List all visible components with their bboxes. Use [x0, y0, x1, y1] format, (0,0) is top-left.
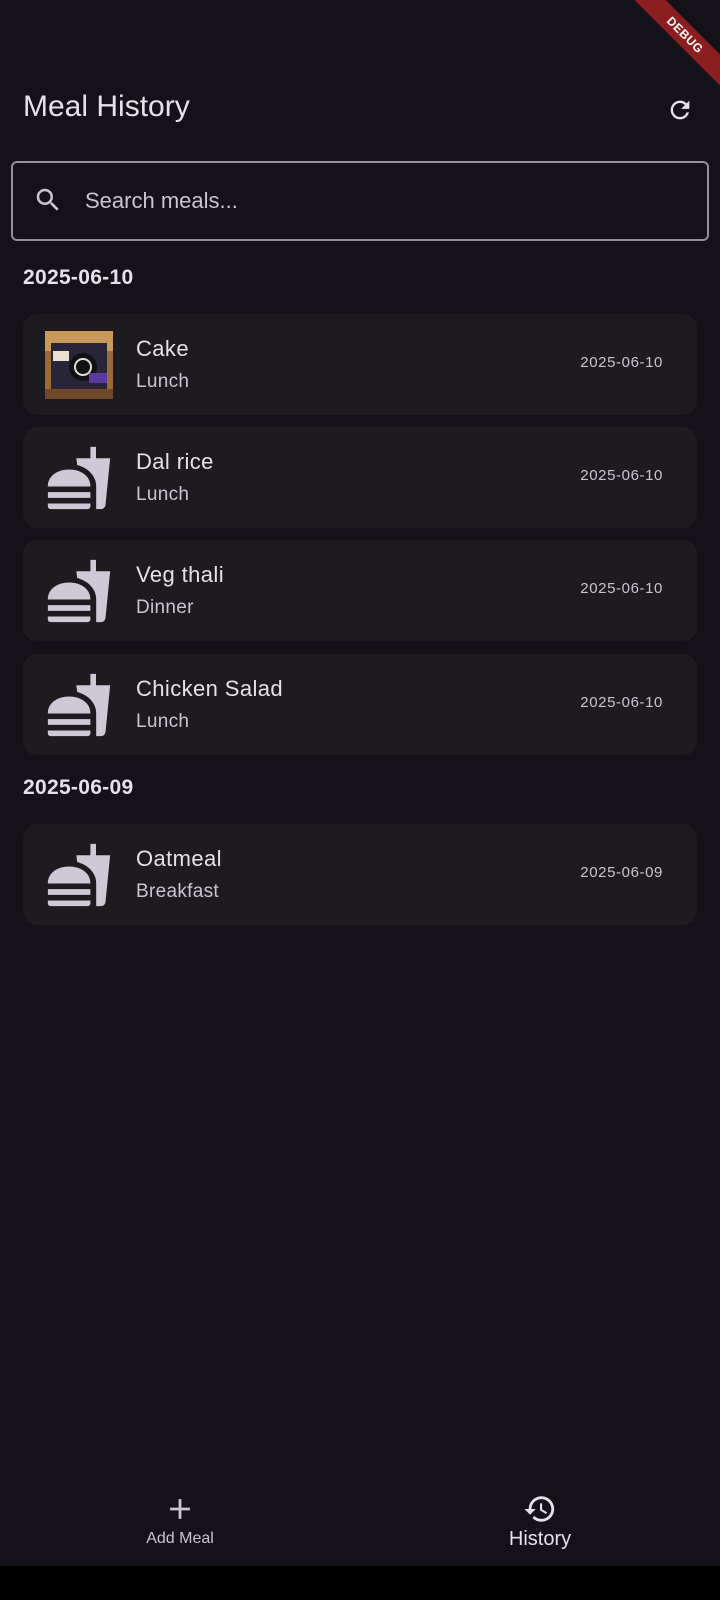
- meal-name: Oatmeal: [136, 846, 222, 871]
- add-icon: [170, 1499, 190, 1519]
- search-icon: [36, 188, 59, 211]
- meal-name: Dal rice: [136, 449, 214, 474]
- meal-date: 2025-06-09: [580, 864, 663, 881]
- search-box[interactable]: [11, 161, 709, 241]
- fastfood-icon: [47, 446, 111, 510]
- meal-name: Cake: [136, 336, 189, 361]
- history-icon: [524, 1496, 555, 1522]
- meal-date: 2025-06-10: [580, 354, 663, 371]
- meal-type: Breakfast: [136, 881, 219, 902]
- meal-card[interactable]: Oatmeal Breakfast 2025-06-09: [23, 824, 697, 925]
- refresh-button[interactable]: [662, 92, 698, 128]
- nav-add-meal[interactable]: Add Meal: [0, 1484, 360, 1564]
- meal-type: Lunch: [136, 711, 190, 732]
- meal-date: 2025-06-10: [580, 580, 663, 597]
- meal-type: Lunch: [136, 371, 190, 392]
- refresh-icon: [670, 100, 690, 120]
- page-title: Meal History: [23, 90, 190, 123]
- system-navigation-bar: [0, 1566, 720, 1600]
- fastfood-icon: [47, 673, 111, 737]
- meal-card[interactable]: Dal rice Lunch 2025-06-10: [23, 427, 697, 528]
- meal-photo-image: [45, 331, 113, 399]
- meal-type: Dinner: [136, 597, 194, 618]
- fastfood-icon: [47, 559, 111, 623]
- meal-name: Veg thali: [136, 562, 225, 587]
- search-input[interactable]: [85, 181, 685, 221]
- nav-history[interactable]: History: [360, 1484, 720, 1564]
- meal-date: 2025-06-10: [580, 467, 663, 484]
- nav-history-label: History: [508, 1528, 572, 1550]
- meal-card[interactable]: Chicken Salad Lunch 2025-06-10: [23, 654, 697, 755]
- meal-card[interactable]: Veg thali Dinner 2025-06-10: [23, 540, 697, 641]
- section-date-header: 2025-06-10: [23, 266, 134, 289]
- meal-date: 2025-06-10: [580, 694, 663, 711]
- meal-history-screen: DEBUG Meal History 2025-06-10: [0, 0, 720, 1600]
- debug-banner-label: DEBUG: [663, 13, 707, 57]
- section-date-header: 2025-06-09: [23, 776, 134, 799]
- meal-type: Lunch: [136, 484, 190, 505]
- meal-photo: [45, 331, 113, 399]
- nav-add-meal-label: Add Meal: [146, 1530, 214, 1547]
- bottom-navigation: Add Meal History: [0, 1484, 720, 1564]
- meal-card[interactable]: Cake Lunch 2025-06-10: [23, 314, 697, 415]
- meal-name: Chicken Salad: [136, 676, 284, 701]
- app-bar: Meal History: [0, 82, 720, 138]
- fastfood-icon: [47, 843, 111, 907]
